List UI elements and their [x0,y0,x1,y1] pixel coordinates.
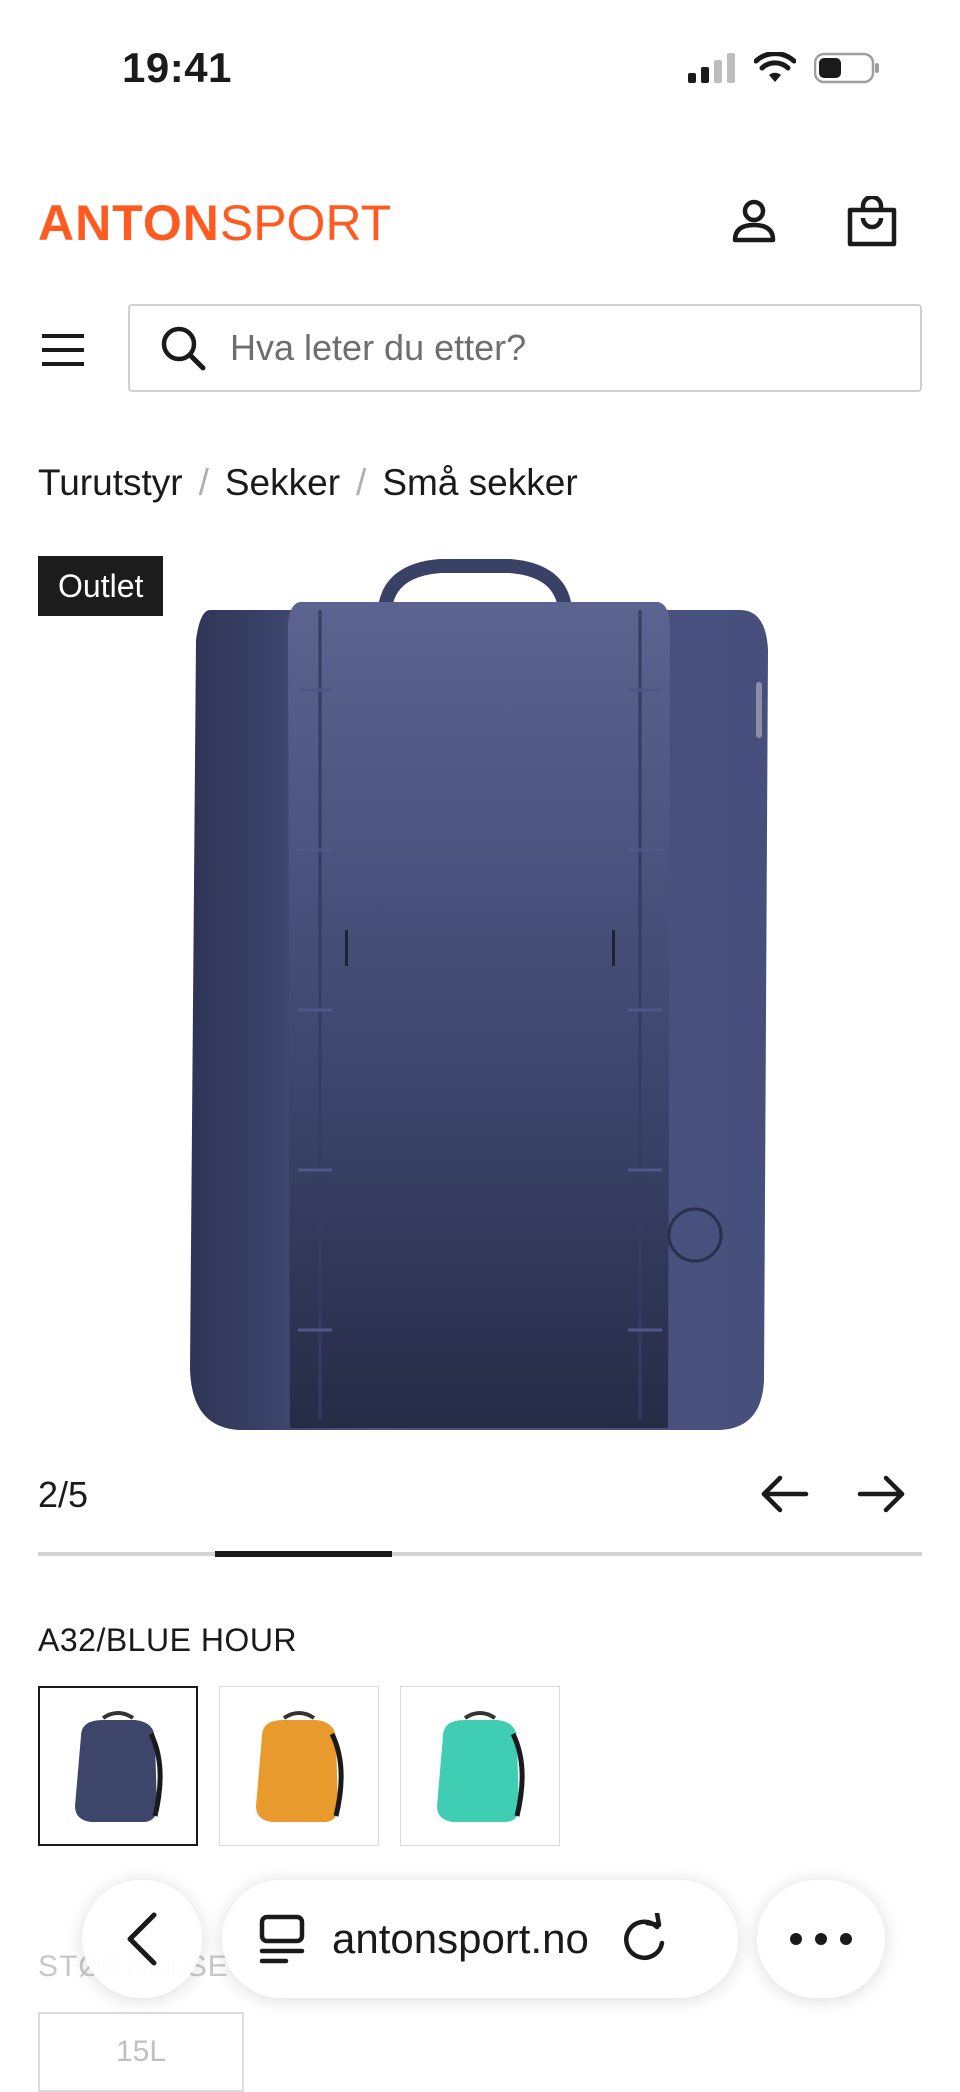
gallery-progress-indicator [214,1551,392,1557]
more-icon [790,1933,852,1945]
arrow-left-icon[interactable] [758,1470,812,1518]
gallery-counter: 2/5 [38,1474,89,1515]
reload-icon[interactable] [619,1913,669,1965]
status-icons [688,52,880,84]
breadcrumb: Turutstyr / Sekker / Små sekker [38,462,578,504]
color-swatch-turquoise[interactable] [400,1686,560,1846]
color-label: A32/BLUE HOUR [38,1622,298,1658]
browser-more-button[interactable] [757,1880,885,1998]
size-option-15l[interactable]: 15L [38,2012,244,2092]
breadcrumb-item-sma-sekker[interactable]: Små sekker [382,462,577,504]
user-icon[interactable] [728,196,780,248]
logo-text-bold: ANTON [38,195,220,251]
status-time: 19:41 [122,44,232,91]
battery-icon [814,52,879,84]
search-icon [161,326,206,371]
wifi-icon [754,52,796,82]
shopping-bag-icon[interactable] [846,196,898,248]
backpack-thumbnail [256,1711,344,1822]
product-image[interactable] [180,550,780,1440]
color-swatch-blue-hour[interactable] [38,1686,198,1846]
browser-url: antonsport.no [332,1915,589,1962]
browser-back-button[interactable] [82,1880,202,1998]
outlet-badge: Outlet [38,556,164,616]
breadcrumb-item-turutstyr[interactable]: Turutstyr [38,462,183,504]
search-input[interactable] [228,326,872,370]
backpack-thumbnail [75,1711,163,1822]
cellular-signal-icon [688,53,735,83]
antonsport-logo[interactable]: ANTONSPORT [38,194,391,252]
browser-address-bar[interactable]: antonsport.no [222,1880,738,1998]
search-box[interactable] [128,304,922,392]
breadcrumb-separator: / [356,462,367,503]
logo-text-light: SPORT [219,195,392,251]
color-swatch-orange[interactable] [219,1686,379,1846]
chevron-left-icon [127,1912,157,1966]
breadcrumb-separator: / [198,462,209,503]
arrow-right-icon[interactable] [854,1470,908,1518]
page-menu-icon[interactable] [256,1913,308,1965]
gallery-progress-track [38,1551,922,1557]
breadcrumb-item-sekker[interactable]: Sekker [225,462,340,504]
backpack-thumbnail [437,1711,525,1822]
hamburger-menu-icon[interactable] [42,330,88,370]
